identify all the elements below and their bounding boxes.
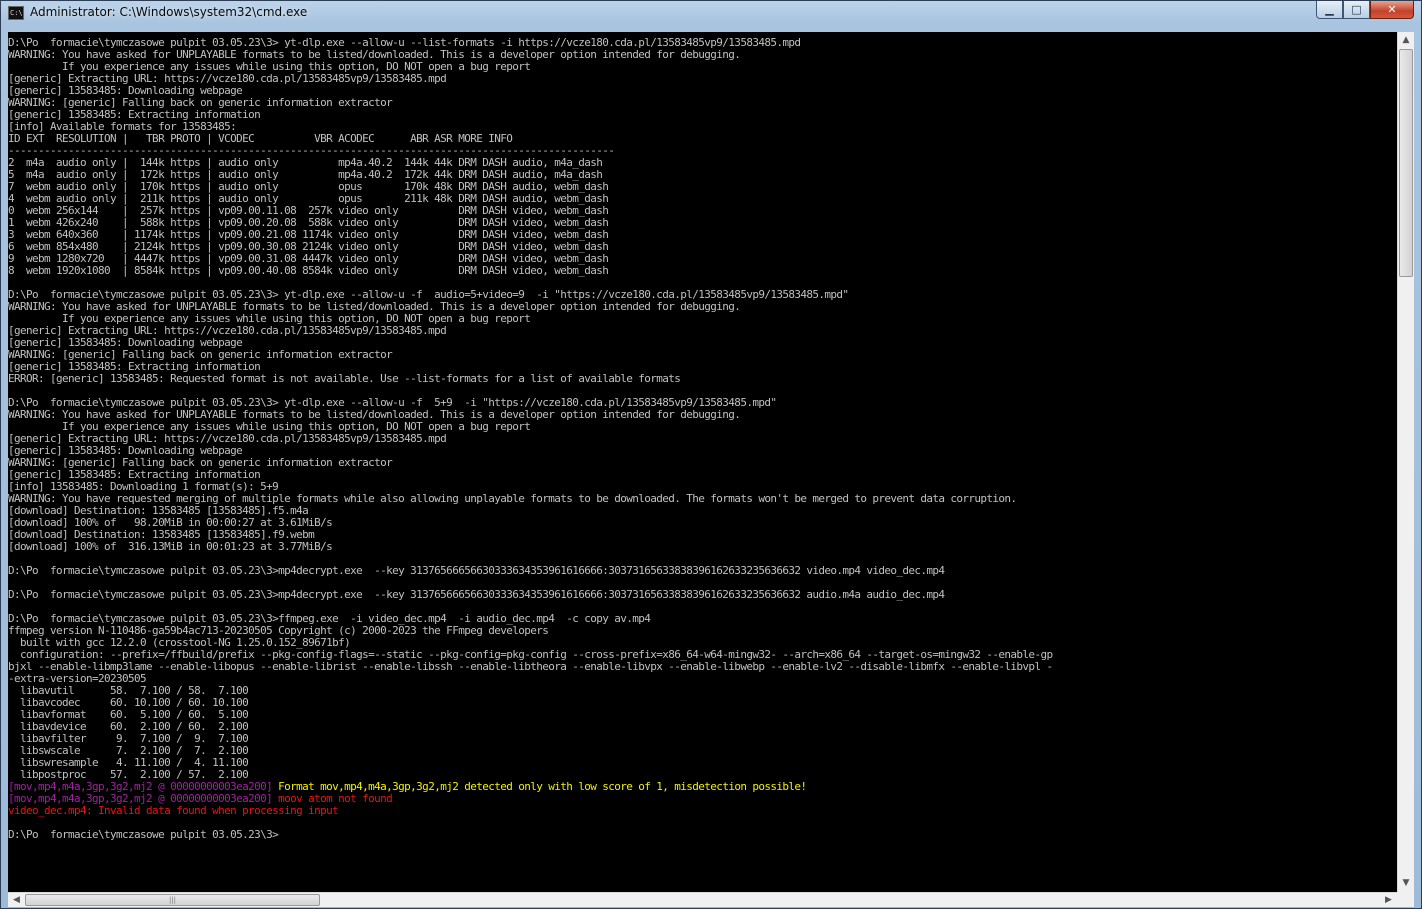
- title-bar[interactable]: C:\ Administrator: C:\Windows\system32\c…: [1, 1, 1421, 25]
- console-line: video_dec.mp4: Invalid data found when p…: [8, 805, 1397, 817]
- console-client-area: D:\Po formacie\tymczasowe pulpit 03.05.2…: [8, 32, 1414, 907]
- vertical-scrollbar[interactable]: ▲ ▼: [1397, 32, 1414, 892]
- console-line: ERROR: [generic] 13583485: Requested for…: [8, 373, 1397, 385]
- minimize-button[interactable]: ▁: [1316, 1, 1343, 19]
- console-line: D:\Po formacie\tymczasowe pulpit 03.05.2…: [8, 589, 1397, 601]
- console-line: D:\Po formacie\tymczasowe pulpit 03.05.2…: [8, 565, 1397, 577]
- console-line: D:\Po formacie\tymczasowe pulpit 03.05.2…: [8, 829, 1397, 841]
- close-button[interactable]: ✕: [1370, 1, 1414, 19]
- maximize-button[interactable]: □: [1343, 1, 1370, 19]
- console-text-segment: bjxl --enable-libmp3lame --enable-libopu…: [8, 660, 1053, 673]
- scroll-down-arrow-icon[interactable]: ▼: [1398, 875, 1414, 892]
- scroll-up-arrow-icon[interactable]: ▲: [1398, 32, 1414, 49]
- console-line: [download] 100% of 316.13MiB in 00:01:23…: [8, 541, 1397, 553]
- console-text-segment: 8 webm 1920x1080 | 8584k https | vp09.00…: [8, 264, 609, 277]
- console-text-segment: ERROR: [generic] 13583485: Requested for…: [8, 372, 681, 385]
- console-output[interactable]: D:\Po formacie\tymczasowe pulpit 03.05.2…: [8, 32, 1397, 892]
- horizontal-scrollbar[interactable]: ◀ ||| ▶: [8, 892, 1397, 907]
- console-line: 8 webm 1920x1080 | 8584k https | vp09.00…: [8, 265, 1397, 277]
- window-title: Administrator: C:\Windows\system32\cmd.e…: [30, 5, 308, 19]
- console-lines: D:\Po formacie\tymczasowe pulpit 03.05.2…: [8, 32, 1397, 841]
- size-grip: [1397, 892, 1414, 907]
- cmd-icon[interactable]: C:\: [8, 6, 24, 20]
- scroll-right-arrow-icon[interactable]: ▶: [1380, 893, 1397, 908]
- cmd-window: C:\ Administrator: C:\Windows\system32\c…: [0, 0, 1422, 909]
- console-text-segment: video_dec.mp4: Invalid data found when p…: [8, 804, 339, 817]
- console-line: bjxl --enable-libmp3lame --enable-libopu…: [8, 661, 1397, 673]
- console-text-segment: [download] 100% of 316.13MiB in 00:01:23…: [8, 540, 333, 553]
- horizontal-scroll-thumb[interactable]: |||: [25, 894, 320, 906]
- console-text-segment: D:\Po formacie\tymczasowe pulpit 03.05.2…: [8, 588, 945, 601]
- console-text-segment: D:\Po formacie\tymczasowe pulpit 03.05.2…: [8, 828, 279, 841]
- console-text-segment: D:\Po formacie\tymczasowe pulpit 03.05.2…: [8, 564, 945, 577]
- vertical-scroll-thumb[interactable]: [1399, 49, 1413, 277]
- scroll-left-arrow-icon[interactable]: ◀: [8, 893, 25, 908]
